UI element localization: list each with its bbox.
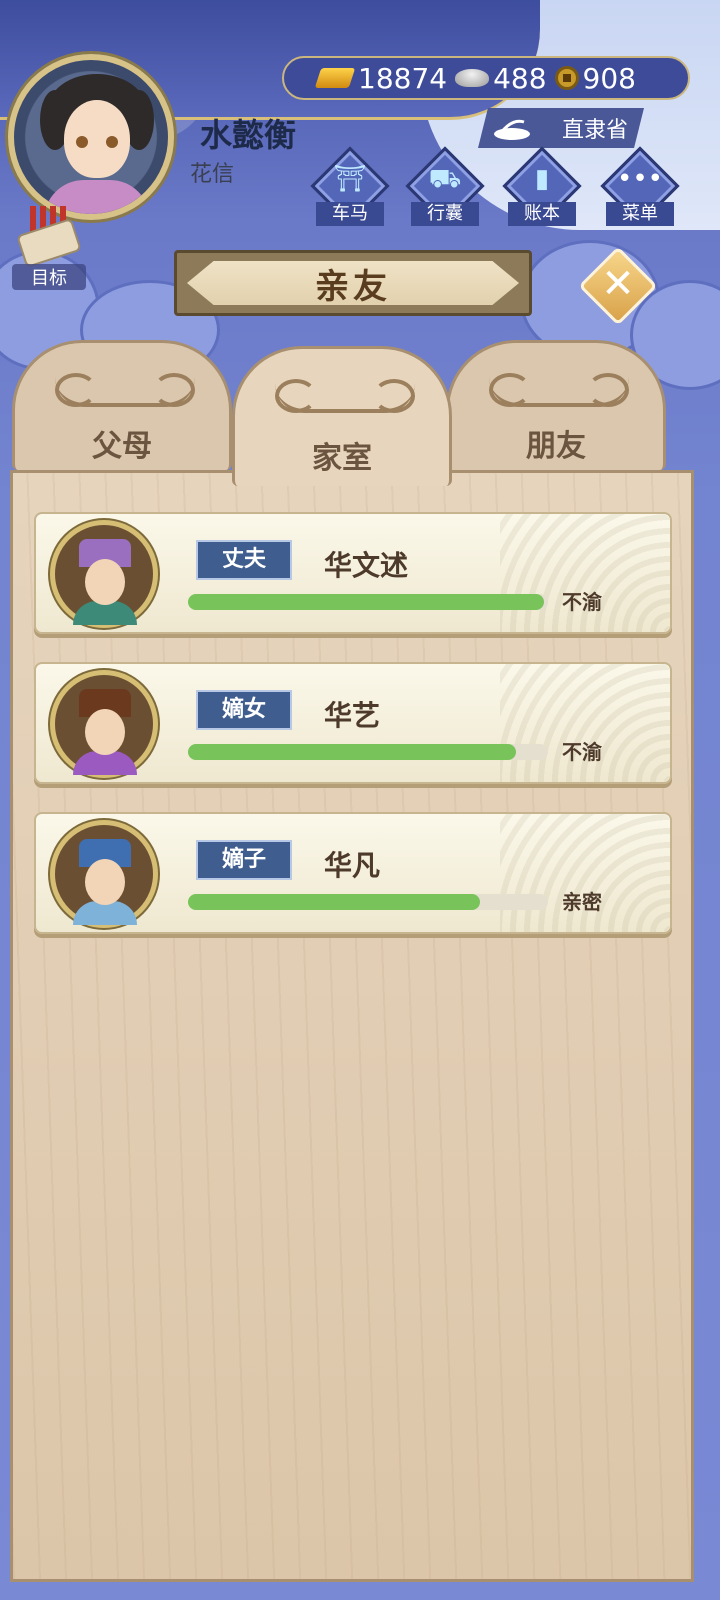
affection-fill bbox=[188, 744, 516, 760]
member-portrait bbox=[50, 820, 158, 928]
tab-label: 家室 bbox=[312, 441, 372, 476]
member-portrait bbox=[50, 520, 158, 628]
affection-fill bbox=[188, 894, 480, 910]
ledger-icon: ▮ bbox=[534, 164, 550, 194]
goal-button[interactable]: 目标 bbox=[12, 206, 86, 290]
page-title: 亲友 bbox=[315, 266, 391, 307]
goal-label: 目标 bbox=[12, 264, 86, 290]
gold-ingot-icon bbox=[314, 68, 356, 88]
player-avatar[interactable] bbox=[8, 54, 174, 220]
relation-badge: 嫡子 bbox=[196, 840, 292, 880]
location-label: 直隶省 bbox=[561, 118, 628, 143]
tab-friends[interactable]: 朋友 bbox=[446, 340, 666, 470]
silver-ingot-icon bbox=[455, 69, 490, 87]
copper-coin-icon bbox=[554, 66, 579, 90]
location-button[interactable]: 直隶省 bbox=[478, 108, 644, 148]
tab-family[interactable]: 家室 bbox=[232, 346, 452, 486]
carriage-button[interactable]: ⛩ 车马 bbox=[310, 146, 390, 230]
affection-status: 不渝 bbox=[562, 740, 602, 764]
scroll-icon bbox=[16, 217, 82, 269]
coin-counter: 908 bbox=[554, 61, 636, 95]
coin-value: 908 bbox=[582, 61, 636, 95]
member-name: 华文述 bbox=[324, 549, 409, 582]
member-name: 华艺 bbox=[324, 699, 381, 732]
player-subtitle: 花信 bbox=[190, 162, 235, 187]
ledger-button[interactable]: ▮ 账本 bbox=[502, 146, 582, 230]
tab-parents[interactable]: 父母 bbox=[12, 340, 232, 470]
location-icon bbox=[494, 119, 530, 140]
currency-bar: 18874 488 908 bbox=[282, 56, 690, 100]
title-banner: 亲友 bbox=[174, 250, 532, 316]
silver-counter: 488 bbox=[455, 61, 547, 95]
affection-bar bbox=[188, 744, 548, 760]
bag-icon: ⛟ bbox=[428, 164, 462, 194]
member-portrait bbox=[50, 670, 158, 778]
silver-value: 488 bbox=[493, 61, 547, 95]
affection-status: 亲密 bbox=[562, 890, 602, 914]
gold-value: 18874 bbox=[358, 61, 448, 95]
tab-label: 朋友 bbox=[526, 429, 586, 464]
member-card[interactable]: 嫡女 华艺 不渝 bbox=[34, 662, 672, 784]
close-icon: ✕ bbox=[601, 261, 635, 307]
menu-button[interactable]: ••• 菜单 bbox=[600, 146, 680, 230]
player-name: 水懿衡 bbox=[200, 116, 297, 154]
bag-button[interactable]: ⛟ 行囊 bbox=[405, 146, 485, 230]
affection-fill bbox=[188, 594, 545, 610]
relation-badge: 丈夫 bbox=[196, 540, 292, 580]
gold-counter: 18874 bbox=[314, 61, 448, 95]
affection-status: 不渝 bbox=[562, 590, 602, 614]
tab-label: 父母 bbox=[92, 429, 152, 464]
member-name: 华凡 bbox=[324, 849, 381, 882]
member-card[interactable]: 丈夫 华文述 不渝 bbox=[34, 512, 672, 634]
relation-badge: 嫡女 bbox=[196, 690, 292, 730]
carriage-icon: ⛩ bbox=[333, 164, 367, 194]
more-icon: ••• bbox=[616, 164, 663, 194]
content-panel bbox=[10, 470, 694, 1582]
affection-bar bbox=[188, 894, 548, 910]
affection-bar bbox=[188, 594, 548, 610]
member-card[interactable]: 嫡子 华凡 亲密 bbox=[34, 812, 672, 934]
